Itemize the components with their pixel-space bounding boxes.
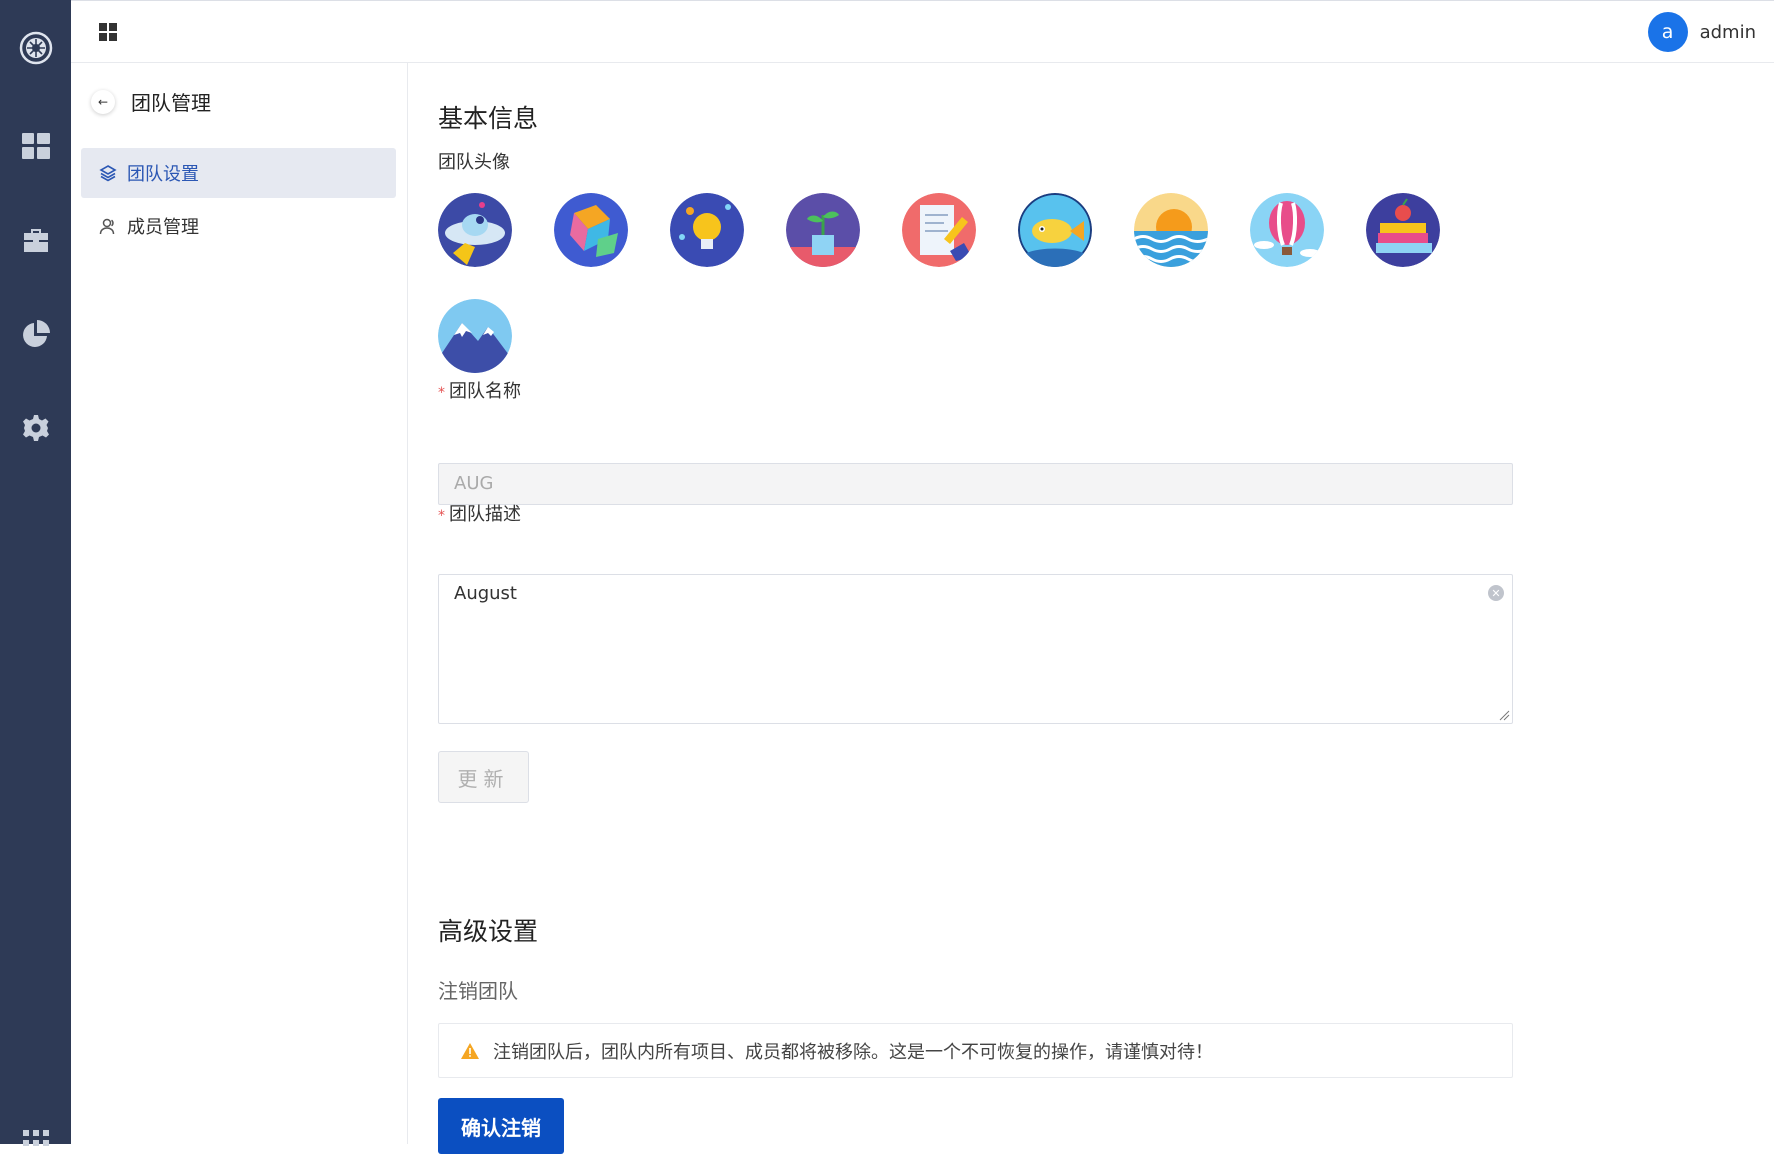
clear-icon[interactable]: ✕ xyxy=(1488,585,1504,601)
avatar-option-ufo[interactable] xyxy=(438,193,512,267)
toolbox-icon[interactable] xyxy=(0,216,71,264)
user-menu[interactable]: a admin xyxy=(1647,12,1756,52)
team-description-field[interactable]: August ✕ xyxy=(438,574,1513,724)
sidebar-item-members[interactable]: 成员管理 xyxy=(81,201,396,251)
team-avatar-label: 团队头像 xyxy=(438,152,510,173)
confirm-delete-button[interactable]: 确认注销 xyxy=(438,1098,564,1154)
sidebar-header: ← 团队管理 xyxy=(91,87,211,116)
avatar-option-plant[interactable] xyxy=(786,193,860,267)
sidebar-item-label: 成员管理 xyxy=(127,217,199,238)
resize-handle-icon[interactable] xyxy=(1498,709,1510,721)
team-name-label-text: 团队名称 xyxy=(449,381,521,402)
warning-text: 注销团队后，团队内所有项目、成员都将被移除。这是一个不可恢复的操作，请谨慎对待！ xyxy=(493,1041,1213,1063)
team-desc-label: * 团队描述 xyxy=(438,500,521,526)
back-arrow-icon: ← xyxy=(97,94,109,109)
settings-icon[interactable] xyxy=(0,404,71,452)
avatar-option-sunset-sea[interactable] xyxy=(1134,193,1208,267)
section-title-basic: 基本信息 xyxy=(438,104,539,133)
apps-grid-icon[interactable] xyxy=(0,1116,71,1164)
avatar-option-fish[interactable] xyxy=(1018,193,1092,267)
username[interactable]: admin xyxy=(1700,22,1756,43)
sidebar-title: 团队管理 xyxy=(131,91,211,115)
avatar-option-lightbulb[interactable] xyxy=(670,193,744,267)
menu-grid-icon[interactable] xyxy=(99,23,117,41)
required-mark: * xyxy=(438,385,445,401)
team-description-value: August xyxy=(454,583,517,604)
team-desc-label-text: 团队描述 xyxy=(449,504,521,525)
required-mark: * xyxy=(438,508,445,524)
update-button[interactable]: 更新 xyxy=(438,751,529,803)
team-name-field: AUG xyxy=(438,463,1513,505)
user-icon xyxy=(99,218,115,235)
pie-chart-icon[interactable] xyxy=(0,310,71,358)
sidebar-item-team-settings[interactable]: 团队设置 xyxy=(81,148,396,198)
team-sidebar: ← 团队管理 团队设置 成员管理 xyxy=(71,63,408,1144)
warning-icon xyxy=(461,1042,479,1059)
top-bar: a admin xyxy=(71,0,1774,63)
back-button[interactable]: ← xyxy=(91,89,115,114)
avatar-option-mountain[interactable] xyxy=(438,299,512,373)
sidebar-item-label: 团队设置 xyxy=(127,164,199,185)
avatar-option-cubes[interactable] xyxy=(554,193,628,267)
avatar-option-books[interactable] xyxy=(1366,193,1440,267)
avatar-option-document-pen[interactable] xyxy=(902,193,976,267)
delete-team-title: 注销团队 xyxy=(438,979,518,1003)
avatar[interactable]: a xyxy=(1647,12,1688,52)
left-navigation xyxy=(0,0,71,1146)
avatar-option-hot-air-balloon[interactable] xyxy=(1250,193,1324,267)
warning-alert: 注销团队后，团队内所有项目、成员都将被移除。这是一个不可恢复的操作，请谨慎对待！ xyxy=(438,1023,1513,1078)
dashboard-icon[interactable] xyxy=(0,122,71,170)
team-name-label: * 团队名称 xyxy=(438,377,521,403)
layers-icon xyxy=(99,165,117,182)
section-title-advanced: 高级设置 xyxy=(438,917,539,946)
logo-icon[interactable] xyxy=(0,24,71,72)
